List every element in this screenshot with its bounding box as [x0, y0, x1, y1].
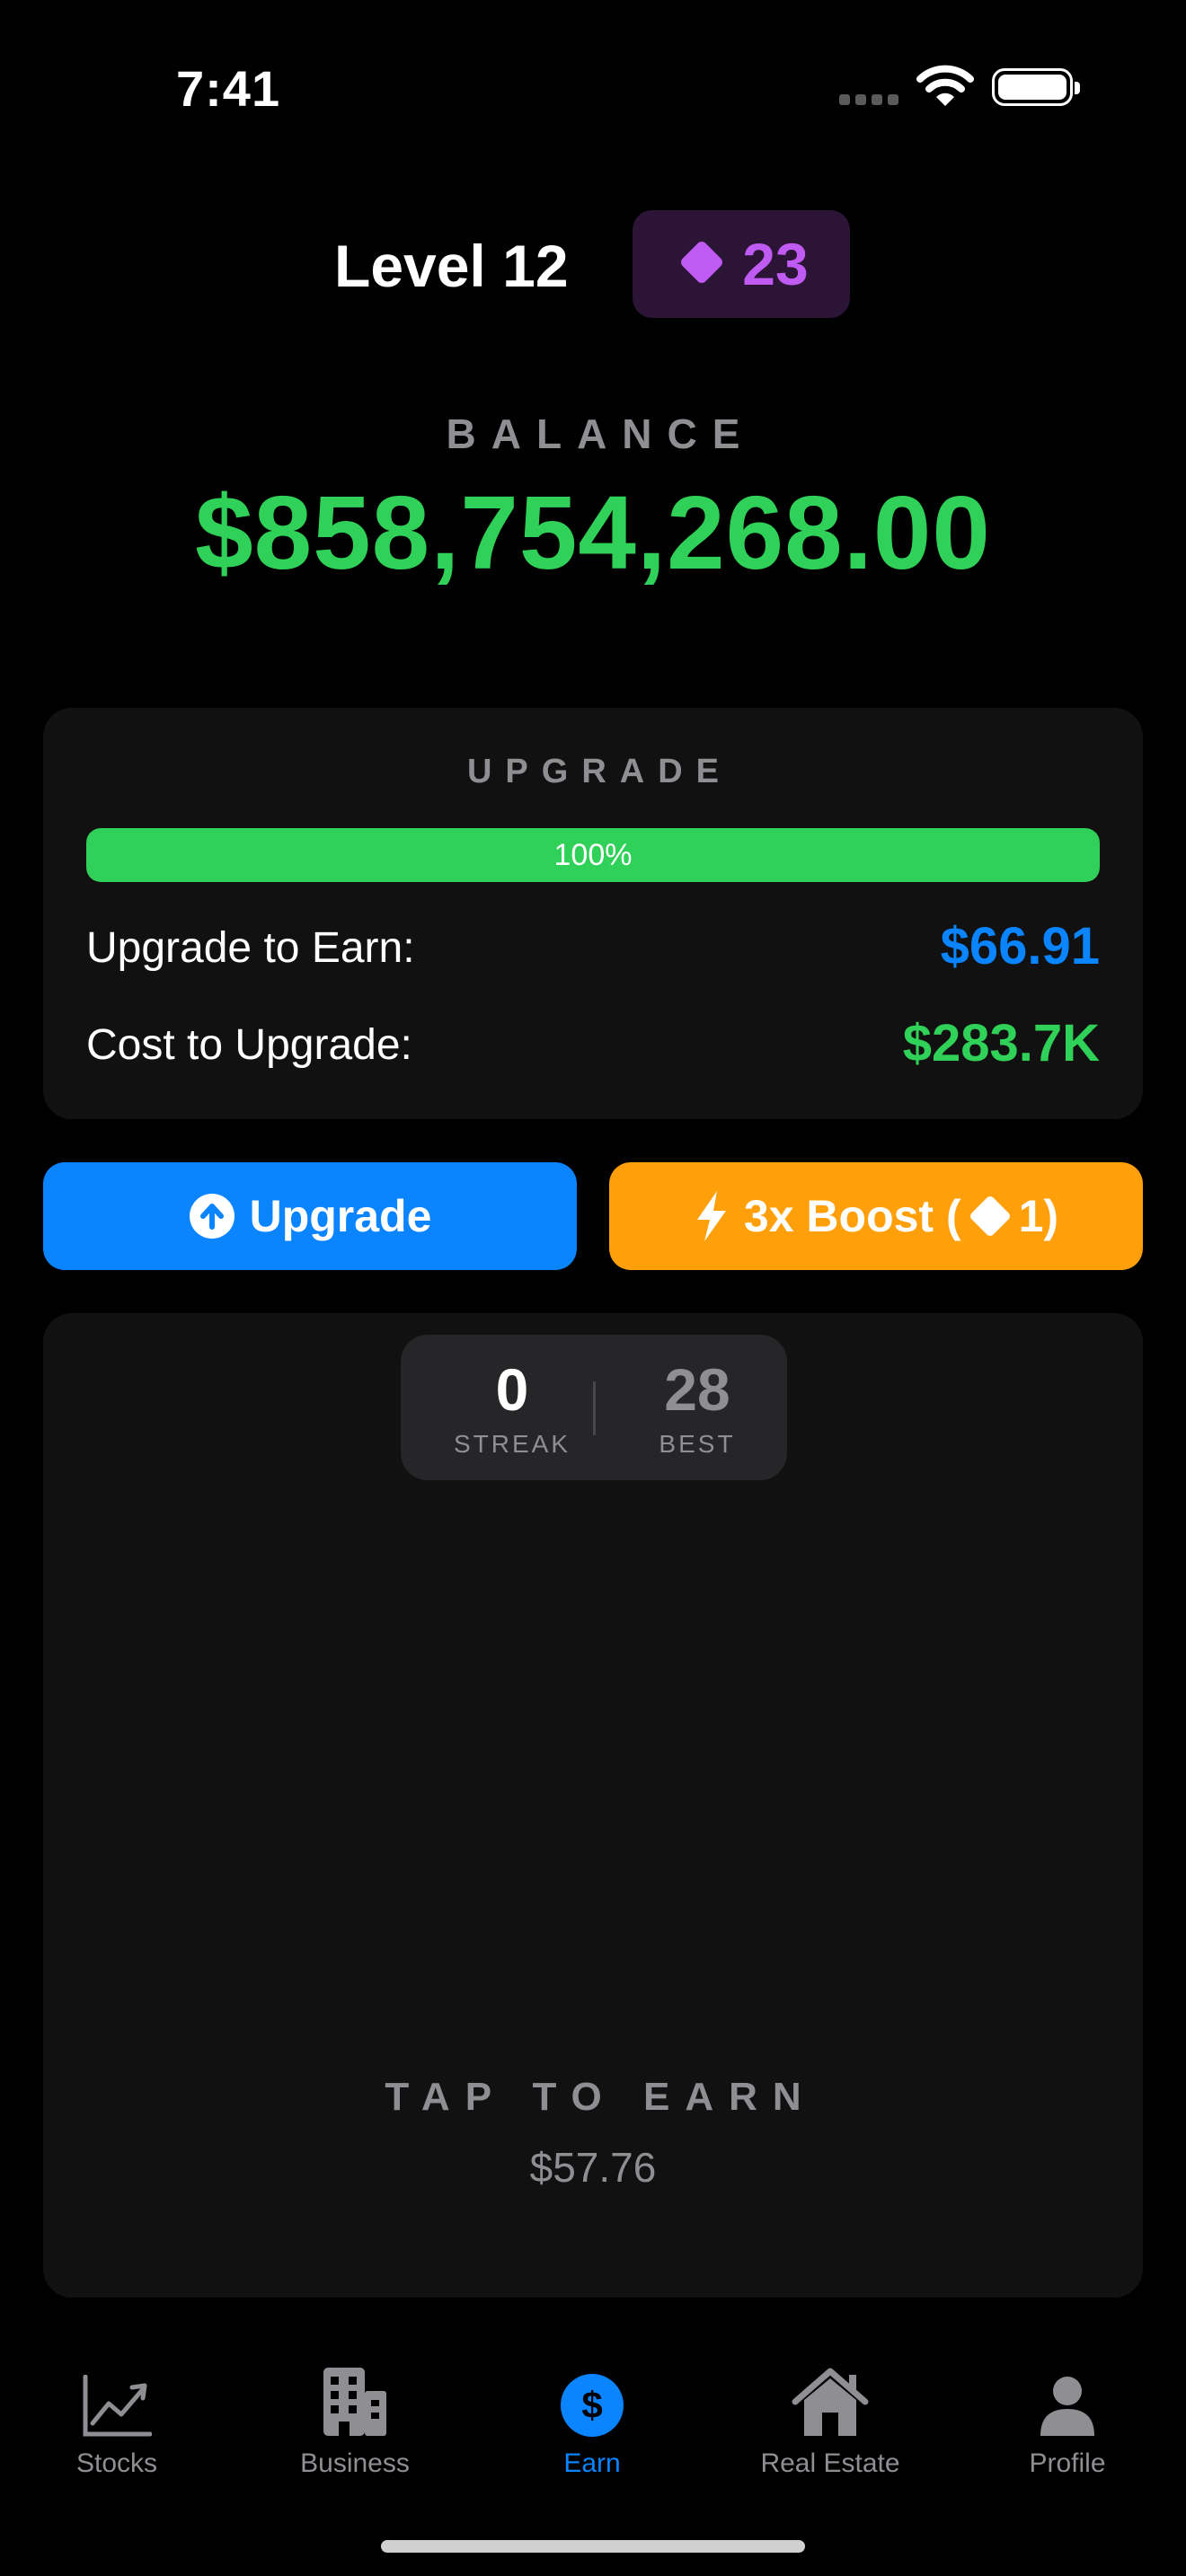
- bolt-icon: [694, 1189, 730, 1243]
- tap-earn-amount: $57.76: [529, 2144, 657, 2191]
- tab-profile[interactable]: Profile: [969, 2362, 1166, 2479]
- boost-label-prefix: 3x Boost (: [743, 1191, 961, 1241]
- upgrade-earn-value: $66.91: [940, 917, 1100, 975]
- svg-text:$: $: [581, 2384, 602, 2426]
- tab-label: Business: [300, 2448, 410, 2478]
- upgrade-cost-value: $283.7K: [902, 1014, 1100, 1072]
- upgrade-earn-label: Upgrade to Earn:: [86, 924, 415, 972]
- tab-label: Earn: [563, 2448, 621, 2478]
- house-icon: [731, 2362, 929, 2438]
- dollar-circle-icon: $: [493, 2362, 691, 2438]
- home-indicator: [381, 2540, 805, 2553]
- wifi-icon: [916, 63, 974, 112]
- diamond-icon: [963, 1189, 1017, 1243]
- tab-real-estate[interactable]: Real Estate: [731, 2362, 929, 2479]
- cellular-signal-icon: [839, 93, 904, 110]
- streak-caption: STREAK: [453, 1430, 571, 1458]
- boost-label-suffix: 1): [1018, 1191, 1059, 1241]
- tab-stocks[interactable]: Stocks: [18, 2362, 216, 2479]
- tap-to-earn-label: TAP TO EARN: [385, 2075, 817, 2119]
- tab-earn[interactable]: $ Earn: [493, 2362, 691, 2479]
- upgrade-heading: UPGRADE: [466, 753, 733, 790]
- balance-value: $858,754,268.00: [195, 474, 991, 591]
- upgrade-button[interactable]: Upgrade: [43, 1162, 577, 1270]
- tab-business[interactable]: Business: [256, 2362, 454, 2479]
- building-icon: [256, 2362, 454, 2438]
- upgrade-button-label: Upgrade: [249, 1191, 432, 1241]
- balance-label: BALANCE: [446, 410, 756, 457]
- gem-count: 23: [742, 231, 809, 297]
- arrow-up-circle-icon: [189, 1193, 235, 1239]
- boost-button[interactable]: 3x Boost ( 1): [609, 1162, 1143, 1270]
- status-time: 7:41: [176, 60, 281, 117]
- streak-value: 0: [495, 1356, 529, 1423]
- best-caption: BEST: [659, 1430, 736, 1458]
- diamond-icon: [674, 234, 730, 295]
- tab-label: Real Estate: [760, 2448, 900, 2478]
- streak-divider: [593, 1381, 596, 1435]
- battery-icon: [992, 68, 1080, 106]
- tap-to-earn-area[interactable]: 0 STREAK 28 BEST TAP TO EARN $57.76: [43, 1313, 1143, 2298]
- progress-text: 100%: [553, 838, 633, 872]
- upgrade-progress-bar: 100%: [86, 828, 1100, 882]
- best-value: 28: [664, 1356, 730, 1423]
- upgrade-card: UPGRADE 100% Upgrade to Earn: $66.91 Cos…: [43, 708, 1143, 1119]
- streak-panel: 0 STREAK 28 BEST: [401, 1335, 787, 1480]
- gem-balance-badge: 23: [633, 210, 850, 318]
- level-title: Level 12: [334, 233, 569, 299]
- person-icon: [969, 2362, 1166, 2438]
- upgrade-cost-label: Cost to Upgrade:: [86, 1021, 412, 1069]
- chart-line-icon: [18, 2362, 216, 2438]
- tab-label: Profile: [1029, 2448, 1106, 2478]
- tab-label: Stocks: [75, 2448, 158, 2478]
